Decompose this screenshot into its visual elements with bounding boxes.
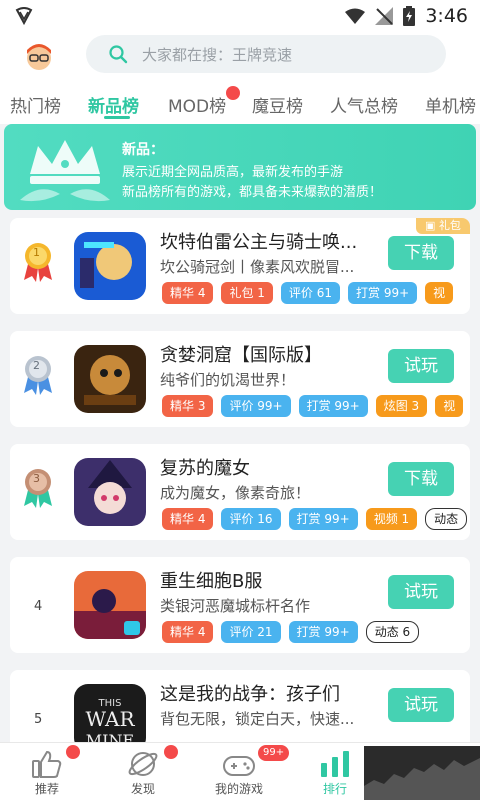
crown-icon xyxy=(20,140,110,202)
game-icon-dead-cells xyxy=(74,571,146,639)
no-signal-icon xyxy=(375,7,394,25)
tag[interactable]: 礼包 1 xyxy=(221,282,273,304)
game-title: 复苏的魔女 xyxy=(160,458,250,479)
battery-icon xyxy=(403,6,416,26)
tag[interactable]: 精华 4 xyxy=(162,508,214,530)
banner-line-2: 新品榜所有的游戏，都具备未来爆款的潜质！ xyxy=(122,185,383,200)
game-desc: 背包无限，锁定白天，快速... xyxy=(160,710,355,728)
game-card-2[interactable]: 2 贪婪洞窟【国际版】 纯爷们的饥渴世界！ 精华 3 评价 99+ 打赏 99+… xyxy=(10,331,470,427)
tag[interactable]: 动态 6 xyxy=(365,621,420,643)
game-title: 贪婪洞窟【国际版】 xyxy=(160,345,322,366)
tab-popular[interactable]: 人气总榜 xyxy=(330,92,398,117)
game-desc: 纯爷们的饥渴世界！ xyxy=(160,371,296,389)
nav-my-games[interactable]: 99+ 我的游戏 xyxy=(194,743,290,800)
status-time: 3:46 xyxy=(425,5,468,27)
tag-row: 精华 4 礼包 1 评价 61 打赏 99+ 视 xyxy=(162,282,454,304)
shield-icon xyxy=(15,7,33,26)
tag[interactable]: 评价 99+ xyxy=(221,395,291,417)
tag[interactable]: 评价 16 xyxy=(221,508,281,530)
tag[interactable]: 评价 61 xyxy=(280,282,340,304)
search-input[interactable]: 大家都在搜：王牌竞速 xyxy=(86,35,446,73)
game-icon-greedy-cave xyxy=(74,345,146,413)
nav-label: 发现 xyxy=(130,782,155,796)
game-desc: 类银河恶魔城标杆名作 xyxy=(160,597,311,615)
gift-badge-label: 礼包 xyxy=(438,219,461,232)
tab-single[interactable]: 单机榜 xyxy=(425,92,476,117)
game-icon-canterbury xyxy=(74,232,146,300)
tag[interactable]: 评价 21 xyxy=(221,621,281,643)
gamepad-icon xyxy=(223,756,255,776)
try-button[interactable]: 试玩 xyxy=(388,688,454,722)
tag[interactable]: 精华 4 xyxy=(162,621,214,643)
game-title: 重生细胞B服 xyxy=(160,571,263,592)
search-placeholder: 大家都在搜：王牌竞速 xyxy=(142,45,293,64)
tag[interactable]: 视 xyxy=(425,282,454,304)
active-tab-indicator xyxy=(104,116,130,119)
banner-line-1: 展示近期全网品质高，最新发布的手游 xyxy=(122,165,344,180)
tab-new[interactable]: 新品榜 xyxy=(88,92,139,117)
banner-title: 新品： xyxy=(122,142,164,158)
thumbs-up-icon xyxy=(32,750,62,778)
tab-mod[interactable]: MOD榜 xyxy=(168,92,226,117)
tag[interactable]: 打赏 99+ xyxy=(288,508,358,530)
game-title: 坎特伯雷公主与骑士唤... xyxy=(160,232,358,253)
nav-discover[interactable]: 发现 xyxy=(98,743,188,800)
tag[interactable]: 动态 xyxy=(425,508,468,530)
tab-modou[interactable]: 魔豆榜 xyxy=(252,92,303,117)
game-card-1[interactable]: 1 坎特伯雷公主与骑士唤... 坎公骑冠剑丨像素风欢脱冒... 精华 4 礼包 … xyxy=(10,218,470,314)
tag[interactable]: 精华 4 xyxy=(162,282,214,304)
tag[interactable]: 打赏 99+ xyxy=(348,282,418,304)
search-icon xyxy=(109,45,128,64)
tag[interactable]: 炫图 3 xyxy=(375,395,428,417)
tag[interactable]: 打赏 99+ xyxy=(288,621,358,643)
game-card-3[interactable]: 3 复苏的魔女 成为魔女，像素奇旅！ 精华 4 评价 16 打赏 99+ 视频 … xyxy=(10,444,470,540)
rank-number: 3 xyxy=(33,472,40,485)
nav-recommend[interactable]: 推荐 xyxy=(2,743,92,800)
tag-row: 精华 4 评价 21 打赏 99+ 动态 6 xyxy=(162,621,420,643)
svg-text:WAR: WAR xyxy=(85,707,135,731)
rank-number: 1 xyxy=(33,246,40,259)
overlay-thumbnail xyxy=(364,746,480,800)
rank-tabs: 热门榜 新品榜 MOD榜 魔豆榜 人气总榜 单机榜 xyxy=(0,80,480,124)
tab-hot[interactable]: 热门榜 xyxy=(10,92,61,117)
tag[interactable]: 视频 1 xyxy=(365,508,418,530)
nav-dot xyxy=(164,745,178,759)
tag-row: 精华 4 评价 16 打赏 99+ 视频 1 动态 xyxy=(162,508,468,530)
rank-number: 4 xyxy=(34,599,43,614)
try-button[interactable]: 试玩 xyxy=(388,575,454,609)
game-card-4[interactable]: 4 重生细胞B服 类银河恶魔城标杆名作 精华 4 评价 21 打赏 99+ 动态… xyxy=(10,557,470,653)
status-bar: 3:46 xyxy=(0,0,480,32)
tag-row: 精华 3 评价 99+ 打赏 99+ 炫图 3 视 xyxy=(162,395,464,417)
download-button[interactable]: 下载 xyxy=(388,462,454,496)
nav-label: 推荐 xyxy=(34,782,59,796)
wifi-icon xyxy=(345,8,366,24)
bar-chart-icon xyxy=(321,751,349,777)
tab-mod-dot xyxy=(226,86,240,100)
rank-number: 2 xyxy=(33,359,40,372)
gift-badge: ▣ 礼包 xyxy=(416,218,470,234)
nav-badge: 99+ xyxy=(258,745,290,761)
game-icon-witch xyxy=(74,458,146,526)
rank-number: 5 xyxy=(34,712,43,727)
try-button[interactable]: 试玩 xyxy=(388,349,454,383)
waveform-image xyxy=(364,758,480,800)
planet-icon xyxy=(128,752,158,776)
tag[interactable]: 视 xyxy=(435,395,464,417)
download-button[interactable]: 下载 xyxy=(388,236,454,270)
tag[interactable]: 精华 3 xyxy=(162,395,214,417)
game-title: 这是我的战争：孩子们 xyxy=(160,684,340,705)
new-list-banner: 新品： 展示近期全网品质高，最新发布的手游 新品榜所有的游戏，都具备未来爆款的潜… xyxy=(4,124,476,210)
nav-dot xyxy=(66,745,80,759)
game-desc: 坎公骑冠剑丨像素风欢脱冒... xyxy=(160,258,355,276)
nav-label: 我的游戏 xyxy=(214,782,263,796)
game-desc: 成为魔女，像素奇旅！ xyxy=(160,484,311,502)
top-bar: 大家都在搜：王牌竞速 xyxy=(0,32,480,80)
tag[interactable]: 打赏 99+ xyxy=(298,395,368,417)
avatar[interactable] xyxy=(22,40,56,74)
